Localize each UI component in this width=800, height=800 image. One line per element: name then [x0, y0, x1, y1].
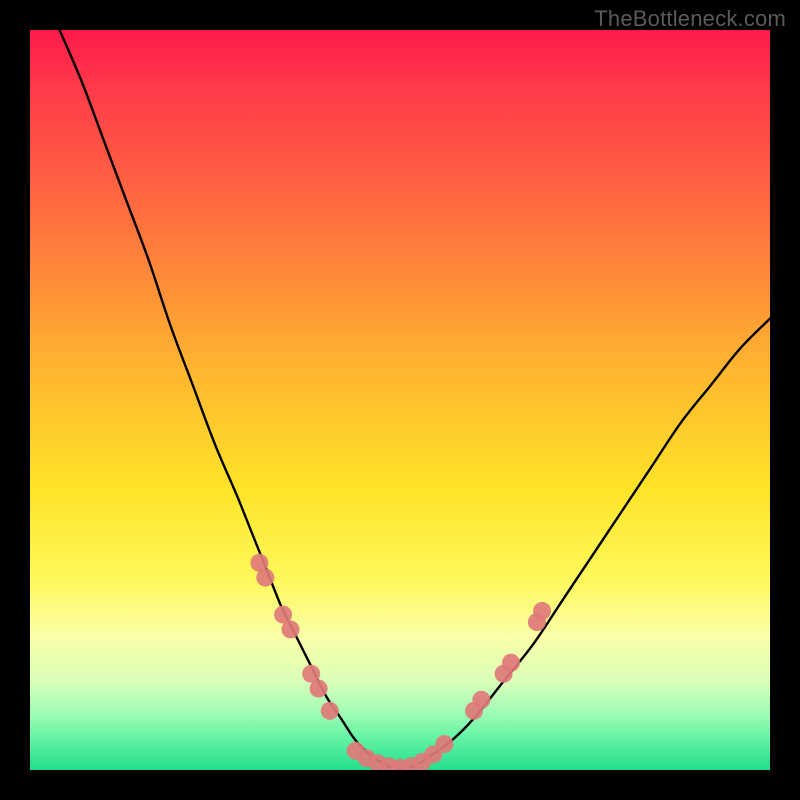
watermark-text: TheBottleneck.com: [594, 6, 786, 32]
chart-svg: [30, 30, 770, 770]
plot-area: [30, 30, 770, 770]
bottleneck-curve-path: [60, 30, 770, 770]
marker-layer: [250, 554, 551, 770]
data-point: [310, 680, 328, 698]
chart-frame: TheBottleneck.com: [0, 0, 800, 800]
data-point: [321, 702, 339, 720]
data-point: [472, 691, 490, 709]
data-point: [435, 735, 453, 753]
data-point: [533, 602, 551, 620]
data-point: [502, 654, 520, 672]
data-point: [281, 620, 299, 638]
curve-layer: [60, 30, 770, 770]
data-point: [256, 569, 274, 587]
